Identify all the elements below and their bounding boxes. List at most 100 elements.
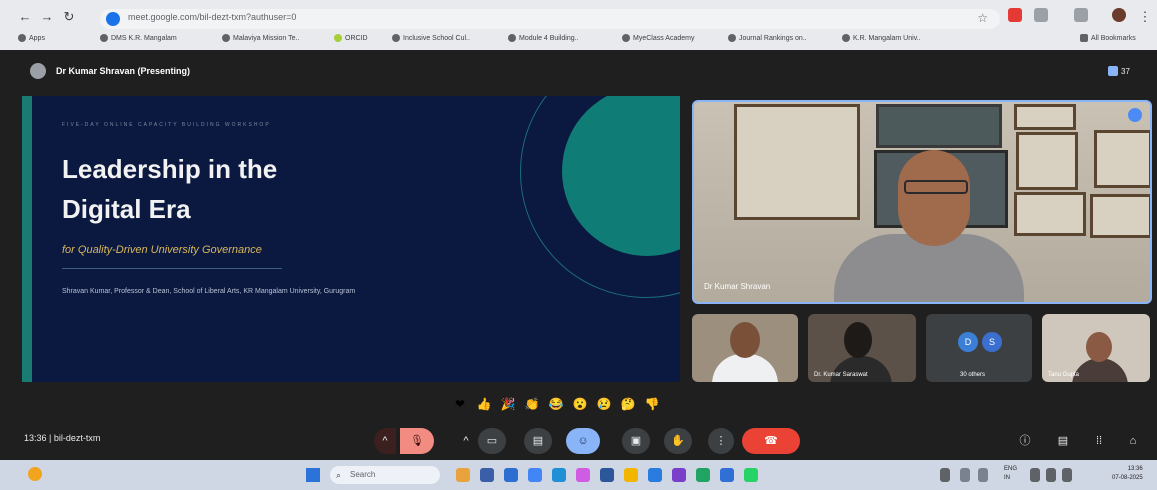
host-controls-icon[interactable]: ⌂ bbox=[1126, 434, 1140, 448]
sad-reaction-icon[interactable]: 😢 bbox=[596, 396, 612, 412]
captions-button[interactable]: ▤ bbox=[524, 428, 552, 454]
store-icon[interactable] bbox=[576, 468, 590, 482]
taskbar-search[interactable]: ⌕ Search bbox=[330, 466, 440, 484]
info-icon[interactable]: ⓘ bbox=[1018, 434, 1032, 448]
widgets-icon[interactable] bbox=[456, 468, 470, 482]
mic-options-icon[interactable]: ^ bbox=[374, 428, 396, 454]
all-bookmarks[interactable]: All Bookmarks bbox=[1080, 34, 1136, 42]
folder-icon[interactable] bbox=[624, 468, 638, 482]
mic-off-button[interactable]: 🎙 bbox=[400, 428, 434, 454]
chrome-icon[interactable] bbox=[528, 468, 542, 482]
laugh-reaction-icon[interactable]: 😂 bbox=[548, 396, 564, 412]
bookmark-item[interactable]: K.R. Mangalam Univ.. bbox=[842, 34, 921, 42]
wall-frame bbox=[876, 104, 1002, 148]
weather-icon[interactable] bbox=[28, 467, 42, 481]
participant-tile-others[interactable]: D S 30 others bbox=[926, 314, 1032, 382]
pin-icon[interactable] bbox=[1128, 108, 1142, 122]
thinking-reaction-icon[interactable]: 🤔 bbox=[620, 396, 636, 412]
clap-reaction-icon[interactable]: 👏 bbox=[524, 396, 540, 412]
present-screen-button[interactable]: ▣ bbox=[622, 428, 650, 454]
zoom-icon[interactable] bbox=[720, 468, 734, 482]
avatar: S bbox=[982, 332, 1002, 352]
word-icon[interactable] bbox=[600, 468, 614, 482]
reload-icon[interactable]: ↻ bbox=[60, 8, 78, 26]
participant-tile[interactable] bbox=[692, 314, 798, 382]
bookmark-favicon-icon bbox=[622, 34, 630, 42]
task-view-icon[interactable] bbox=[480, 468, 494, 482]
tray-chevron-icon[interactable] bbox=[940, 468, 950, 482]
bookmark-item[interactable]: MyeClass Academy bbox=[622, 34, 694, 42]
profile-avatar-icon[interactable] bbox=[1112, 8, 1126, 22]
participant-count[interactable]: 37 bbox=[1108, 64, 1130, 78]
thumbs-down-reaction-icon[interactable]: 👎 bbox=[644, 396, 660, 412]
mail-icon[interactable] bbox=[648, 468, 662, 482]
address-bar[interactable]: meet.google.com/bil-dezt-txm?authuser=0 … bbox=[100, 9, 1000, 29]
slide-kicker: FIVE-DAY ONLINE CAPACITY BUILDING WORKSH… bbox=[62, 122, 271, 128]
avatar bbox=[30, 63, 46, 79]
bookmark-item[interactable]: Malaviya Mission Te.. bbox=[222, 34, 299, 42]
back-icon[interactable]: ← bbox=[16, 8, 34, 26]
wall-frame bbox=[1016, 132, 1078, 190]
bookmark-favicon-icon bbox=[728, 34, 736, 42]
tray-icon[interactable] bbox=[978, 468, 988, 482]
wall-frame bbox=[1014, 192, 1086, 236]
camera-button[interactable]: ▭ bbox=[478, 428, 506, 454]
bookmark-item[interactable]: Journal Rankings on.. bbox=[728, 34, 807, 42]
edge-icon[interactable] bbox=[552, 468, 566, 482]
participant-tile[interactable]: Tanu Gupta bbox=[1042, 314, 1150, 382]
bookmark-item[interactable]: ORCID bbox=[334, 34, 368, 42]
volume-icon[interactable] bbox=[1046, 468, 1056, 482]
participant-name: 30 others bbox=[960, 372, 986, 378]
speaker-name-label: Dr Kumar Shravan bbox=[704, 282, 771, 291]
bookmark-favicon-icon bbox=[508, 34, 516, 42]
bookmark-item[interactable]: DMS K.R. Mangalam bbox=[100, 34, 177, 42]
wall-frame bbox=[1014, 104, 1076, 130]
slide-subtitle: for Quality-Driven University Governance bbox=[62, 244, 262, 256]
extension-icon[interactable] bbox=[1008, 8, 1022, 22]
site-info-icon[interactable] bbox=[106, 12, 120, 26]
bookmark-item[interactable]: Module 4 Building.. bbox=[508, 34, 579, 42]
bookmark-star-icon[interactable]: ☆ bbox=[977, 11, 988, 25]
extension-puzzle-icon[interactable] bbox=[1034, 8, 1048, 22]
chat-icon[interactable]: ▤ bbox=[1056, 434, 1070, 448]
camera-options-icon[interactable]: ^ bbox=[456, 428, 476, 454]
presentation-slide: FIVE-DAY ONLINE CAPACITY BUILDING WORKSH… bbox=[22, 96, 680, 382]
language-indicator[interactable]: ENG IN bbox=[1004, 465, 1017, 483]
tray-icon[interactable] bbox=[960, 468, 970, 482]
slide-title: Digital Era bbox=[62, 194, 191, 224]
start-icon[interactable] bbox=[306, 468, 320, 482]
url-text[interactable]: meet.google.com/bil-dezt-txm?authuser=0 bbox=[128, 12, 296, 22]
participant-head bbox=[1086, 332, 1112, 362]
taskbar-clock[interactable]: 13:36 07-08-2025 bbox=[1112, 465, 1143, 483]
surprised-reaction-icon[interactable]: 😮 bbox=[572, 396, 588, 412]
participant-tile[interactable]: Dr. Kumar Saraswat bbox=[808, 314, 916, 382]
bookmarks-bar: Apps DMS K.R. Mangalam Malaviya Mission … bbox=[0, 32, 1157, 50]
browser-menu-icon[interactable]: ⋮ bbox=[1136, 8, 1154, 26]
speaker-video-tile[interactable]: Dr Kumar Shravan bbox=[692, 100, 1152, 304]
tab-search-icon[interactable] bbox=[1074, 8, 1088, 22]
bookmark-apps[interactable]: Apps bbox=[18, 34, 45, 42]
wifi-icon[interactable] bbox=[1030, 468, 1040, 482]
forward-icon[interactable]: → bbox=[38, 8, 56, 26]
participant-name: Tanu Gupta bbox=[1048, 372, 1080, 378]
thumbs-up-reaction-icon[interactable]: 👍 bbox=[476, 396, 492, 412]
bookmark-item[interactable]: Inclusive School Cul.. bbox=[392, 34, 470, 42]
file-explorer-icon[interactable] bbox=[504, 468, 518, 482]
browser-chrome: ← → ↻ meet.google.com/bil-dezt-txm?authu… bbox=[0, 0, 1157, 50]
battery-icon[interactable] bbox=[1062, 468, 1072, 482]
participant-body bbox=[830, 356, 892, 382]
folder-icon bbox=[1080, 34, 1088, 42]
speaker-head bbox=[898, 150, 970, 246]
app-icon[interactable] bbox=[696, 468, 710, 482]
activities-icon[interactable]: ⁞⁞ bbox=[1092, 434, 1106, 448]
emoji-button[interactable]: ☺ bbox=[566, 428, 600, 454]
whatsapp-icon[interactable] bbox=[744, 468, 758, 482]
teams-icon[interactable] bbox=[672, 468, 686, 482]
heart-reaction-icon[interactable]: ❤ bbox=[452, 396, 468, 412]
participant-head bbox=[730, 322, 760, 358]
raise-hand-button[interactable]: ✋ bbox=[664, 428, 692, 454]
party-reaction-icon[interactable]: 🎉 bbox=[500, 396, 516, 412]
leave-call-button[interactable]: ☎ bbox=[742, 428, 800, 454]
browser-nav-row: ← → ↻ meet.google.com/bil-dezt-txm?authu… bbox=[0, 6, 1157, 30]
more-options-button[interactable]: ⋮ bbox=[708, 428, 734, 454]
